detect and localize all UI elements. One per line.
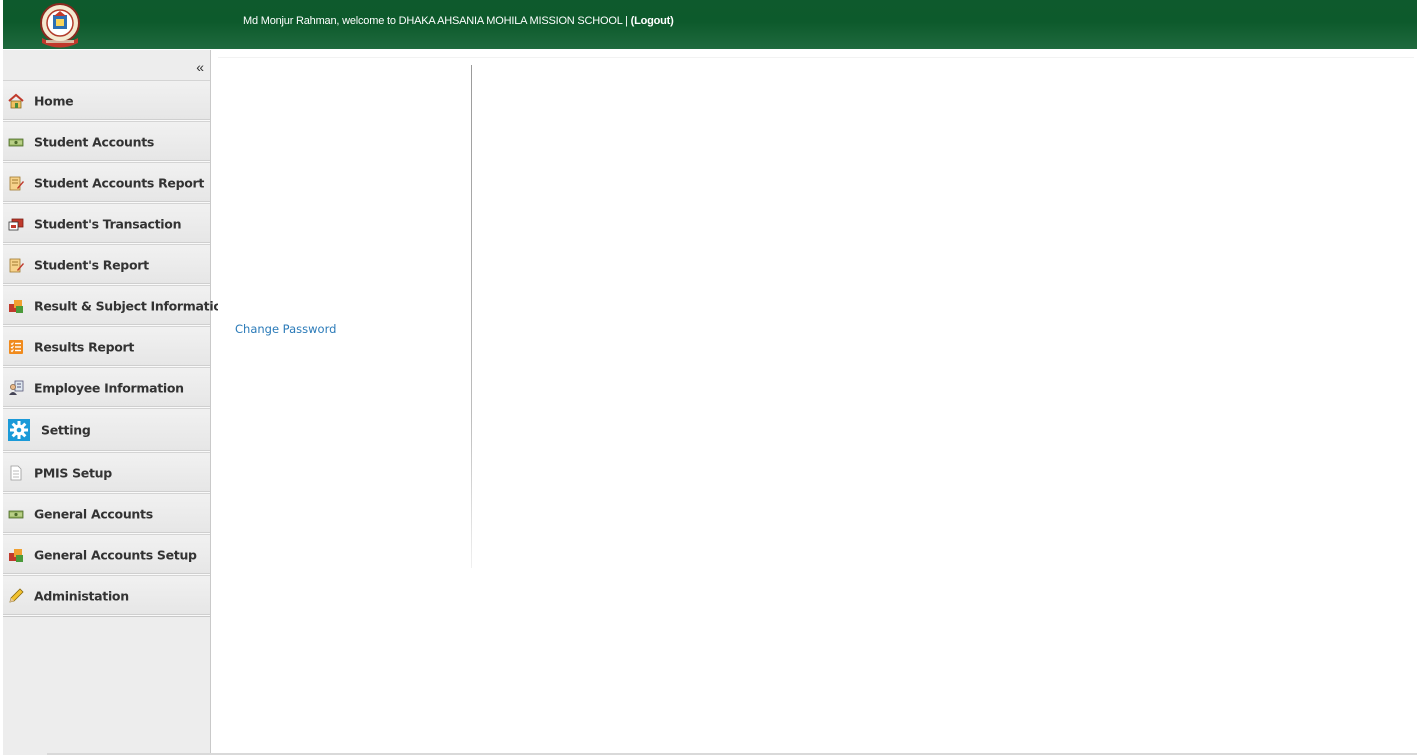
main-content-area <box>218 57 1414 756</box>
home-icon <box>8 93 24 108</box>
sidebar-item-label: PMIS Setup <box>34 465 112 480</box>
sidebar-item-pmis-setup[interactable]: PMIS Setup <box>3 452 210 493</box>
sidebar-item-general-accounts[interactable]: General Accounts <box>3 493 210 534</box>
sidebar-item-label: Results Report <box>34 339 135 354</box>
change-password-link[interactable]: Change Password <box>235 322 336 336</box>
checklist-icon <box>9 339 23 354</box>
sidebar-item-label: Administation <box>34 588 129 603</box>
sidebar-item-label: General Accounts Setup <box>34 547 197 562</box>
collapse-sidebar-button[interactable]: « <box>196 59 204 75</box>
money-icon <box>8 138 24 146</box>
boxes-icon <box>9 299 23 313</box>
sidebar-item-students-transaction[interactable]: Student's Transaction <box>3 203 210 244</box>
sidebar-item-label: Result & Subject Information <box>34 298 231 313</box>
sidebar-item-label: Setting <box>41 422 91 438</box>
report-edit-icon <box>9 258 24 272</box>
top-header-bar: Md Monjur Rahman, welcome to DHAKA AHSAN… <box>3 0 1417 49</box>
sidebar-menu-list: Home Student Accounts Student Accounts R… <box>3 80 231 617</box>
gear-icon <box>8 419 30 441</box>
sidebar-item-label: General Accounts <box>34 506 153 521</box>
welcome-text: Md Monjur Rahman, welcome to DHAKA AHSAN… <box>243 15 631 27</box>
content-vertical-divider <box>471 65 472 568</box>
sidebar-item-label: Home <box>34 93 74 108</box>
school-emblem-logo <box>40 3 80 48</box>
sidebar-item-label: Student's Report <box>34 257 149 272</box>
report-edit-icon <box>9 176 24 190</box>
sidebar-item-results-report[interactable]: Results Report <box>3 326 210 367</box>
sidebar-item-student-accounts-report[interactable]: Student Accounts Report <box>3 162 210 203</box>
logout-link[interactable]: (Logout) <box>631 15 674 27</box>
pencil-icon <box>9 587 24 603</box>
money-icon <box>8 510 24 518</box>
sidebar-menu: « Home Student Accounts Student Accounts… <box>3 50 231 755</box>
boxes-icon <box>9 548 23 562</box>
sidebar-item-employee-information[interactable]: Employee Information <box>3 367 210 408</box>
employee-icon <box>9 380 24 395</box>
sidebar-item-label: Student's Transaction <box>34 216 182 231</box>
sidebar-item-setting[interactable]: Setting <box>3 408 210 452</box>
sidebar-item-label: Student Accounts <box>34 134 155 149</box>
document-icon <box>10 465 22 480</box>
transaction-icon <box>8 218 24 230</box>
sidebar-item-result-subject-information[interactable]: Result & Subject Information <box>3 285 231 326</box>
sidebar-item-general-accounts-setup[interactable]: General Accounts Setup <box>3 534 210 575</box>
welcome-message: Md Monjur Rahman, welcome to DHAKA AHSAN… <box>243 15 674 27</box>
sidebar-item-home[interactable]: Home <box>3 80 210 121</box>
sidebar-menu-end-divider <box>3 616 210 617</box>
sidebar-item-students-report[interactable]: Student's Report <box>3 244 210 285</box>
sidebar-item-label: Employee Information <box>34 380 184 395</box>
sidebar-item-administation[interactable]: Administation <box>3 575 210 616</box>
sidebar-item-student-accounts[interactable]: Student Accounts <box>3 121 210 162</box>
sidebar-item-label: Student Accounts Report <box>34 175 205 190</box>
